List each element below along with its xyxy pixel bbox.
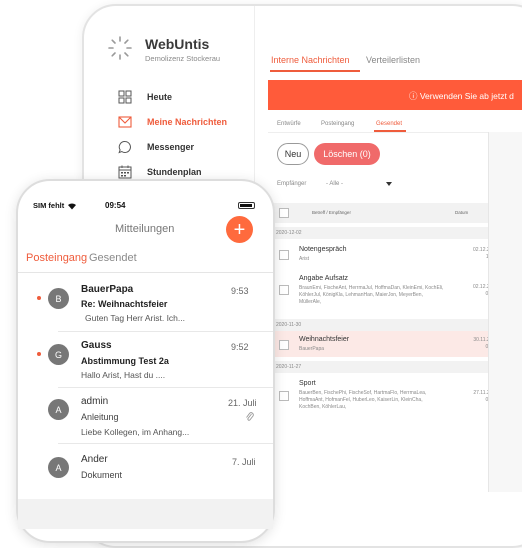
message-subject: Anleitung [81, 412, 119, 422]
tab-underline [270, 70, 360, 72]
mail-icon [118, 115, 132, 129]
new-message-button[interactable]: Neu [277, 143, 309, 165]
message-subject: Angabe Aufsatz [299, 275, 349, 282]
recipient-filter-label: Empfänger [277, 181, 307, 187]
row-checkbox[interactable] [279, 340, 289, 350]
message-time: 9:53 [231, 286, 249, 296]
screen-title: Mitteilungen [115, 223, 175, 235]
message-subject: Dokument [81, 470, 123, 480]
app-title: WebUntis [145, 36, 210, 52]
select-all-checkbox[interactable] [279, 208, 289, 218]
phone-bottom-bar [18, 499, 273, 529]
sender-name: Ander [81, 454, 108, 465]
message-preview: Liebe Kollegen, im Anhang... [81, 427, 190, 437]
message-subject: Abstimmung Test 2a [81, 356, 169, 366]
message-preview: Guten Tag Herr Arist. Ich... [85, 313, 185, 323]
status-time: 09:54 [105, 201, 126, 210]
status-carrier: SIM fehlt [33, 201, 77, 210]
date-group-header: 2020-12-02 [268, 227, 488, 239]
date-group-label: 2020-12-02 [276, 230, 302, 236]
message-time: 21. Juli [228, 398, 257, 408]
subtab-entwuerfe[interactable]: Entwürfe [277, 121, 301, 127]
tab-verteilerlisten[interactable]: Verteilerlisten [366, 55, 420, 65]
detail-panel [488, 132, 522, 492]
paperclip-icon [246, 412, 254, 421]
tab-divider [18, 272, 273, 273]
avatar: G [48, 344, 69, 365]
subtab-gesendet[interactable]: Gesendet [376, 121, 402, 127]
sender-name: Gauss [81, 340, 112, 351]
message-subject: Re: Weihnachtsfeier [81, 299, 168, 309]
row-separator [58, 443, 273, 444]
row-checkbox[interactable] [279, 391, 289, 401]
sender-name: BauerPapa [81, 284, 134, 295]
message-recipients: BauerPapa [299, 346, 325, 352]
message-time: 9:52 [231, 342, 249, 352]
message-recipients: BauerBen, FischePhi, FischeSof, HartmaFl… [299, 390, 427, 410]
row-checkbox[interactable] [279, 250, 289, 260]
sender-name: admin [81, 396, 109, 407]
sidebar-item-messenger[interactable]: Messenger [118, 138, 194, 156]
subtab-posteingang[interactable]: Posteingang [321, 121, 354, 127]
chat-bubble-icon [118, 140, 132, 154]
tab-interne-nachrichten[interactable]: Interne Nachrichten [271, 55, 350, 65]
avatar: A [48, 457, 69, 478]
unread-dot [37, 352, 41, 356]
date-group-header: 2020-11-30 [268, 319, 488, 331]
message-recipients: Arist [299, 256, 309, 262]
avatar: A [48, 399, 69, 420]
message-subject: Weihnachtsfeier [299, 336, 350, 343]
chevron-down-icon [386, 182, 392, 186]
sidebar-item-meine-nachrichten[interactable]: Meine Nachrichten [118, 113, 227, 131]
message-subject: Notengespräch [299, 246, 347, 253]
sidebar-item-label: Meine Nachrichten [147, 117, 228, 127]
message-recipients: BraunEmi, FischeAnt, HerrmaJul, HoffmaDa… [299, 285, 444, 305]
recipient-filter-select[interactable]: - Alle - [326, 177, 396, 191]
message-subject: Sport [299, 380, 316, 387]
avatar: B [48, 288, 69, 309]
wifi-icon [68, 202, 77, 209]
delete-button[interactable]: Löschen (0) [314, 143, 380, 165]
carrier-text: SIM fehlt [33, 201, 65, 210]
unread-dot [37, 296, 41, 300]
recipient-filter-value: - Alle - [326, 181, 344, 187]
message-time: 7. Juli [232, 457, 256, 467]
date-group-label: 2020-11-30 [276, 322, 302, 328]
info-banner-text: ⓘ Verwenden Sie ab jetzt d [409, 91, 514, 101]
row-separator [58, 331, 273, 332]
message-preview: Hallo Arist, Hast du .... [81, 370, 166, 380]
row-checkbox[interactable] [279, 285, 289, 295]
dashboard-icon [118, 90, 132, 104]
date-group-label: 2020-11-27 [276, 364, 302, 370]
calendar-icon [118, 165, 132, 179]
sidebar-item-heute[interactable]: Heute [118, 88, 172, 106]
sidebar-item-label: Heute [147, 92, 173, 102]
column-header-subject: Betreff / Empfänger [312, 210, 351, 215]
battery-icon [238, 202, 255, 209]
sidebar-item-label: Stundenplan [147, 167, 202, 177]
sidebar-item-label: Messenger [147, 142, 195, 152]
tab-posteingang[interactable]: Posteingang [26, 252, 87, 264]
compose-button[interactable]: + [226, 216, 253, 243]
app-subtitle: Demolizenz Stockerau [145, 54, 221, 63]
row-separator [58, 387, 273, 388]
column-header-date: Datum [455, 210, 469, 215]
date-group-header: 2020-11-27 [268, 361, 488, 373]
subtab-line [268, 132, 488, 133]
webuntis-logo-icon [108, 36, 132, 60]
tab-gesendet[interactable]: Gesendet [89, 252, 137, 264]
